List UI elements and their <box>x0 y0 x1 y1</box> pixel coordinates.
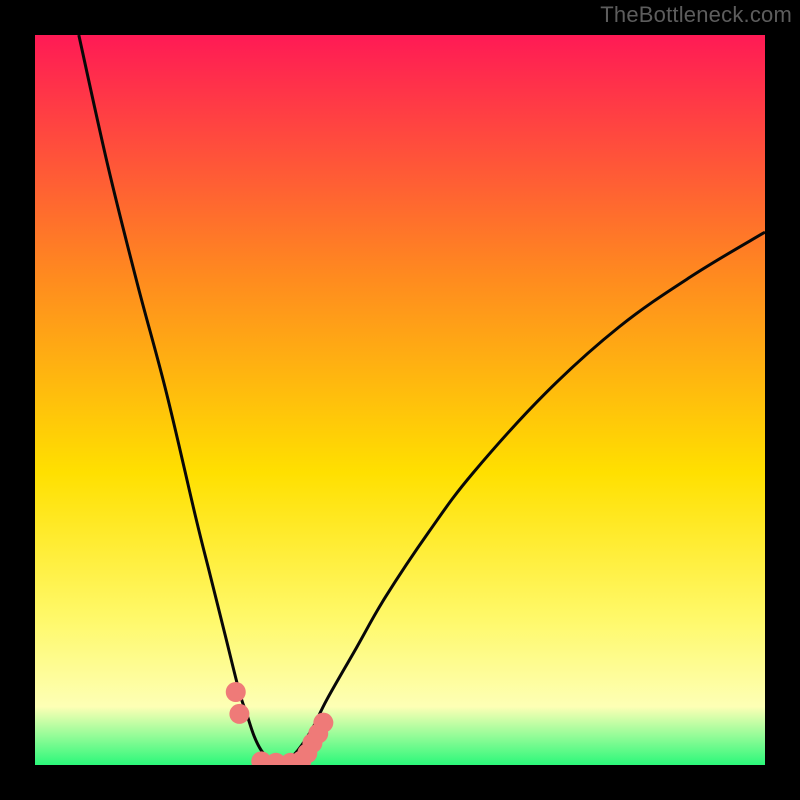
watermark-label: TheBottleneck.com <box>600 2 792 28</box>
data-point <box>229 704 249 724</box>
gradient-background <box>35 35 765 765</box>
data-point <box>226 682 246 702</box>
plot-area <box>35 35 765 765</box>
chart-frame: TheBottleneck.com <box>0 0 800 800</box>
data-point <box>313 713 333 733</box>
bottleneck-chart <box>35 35 765 765</box>
